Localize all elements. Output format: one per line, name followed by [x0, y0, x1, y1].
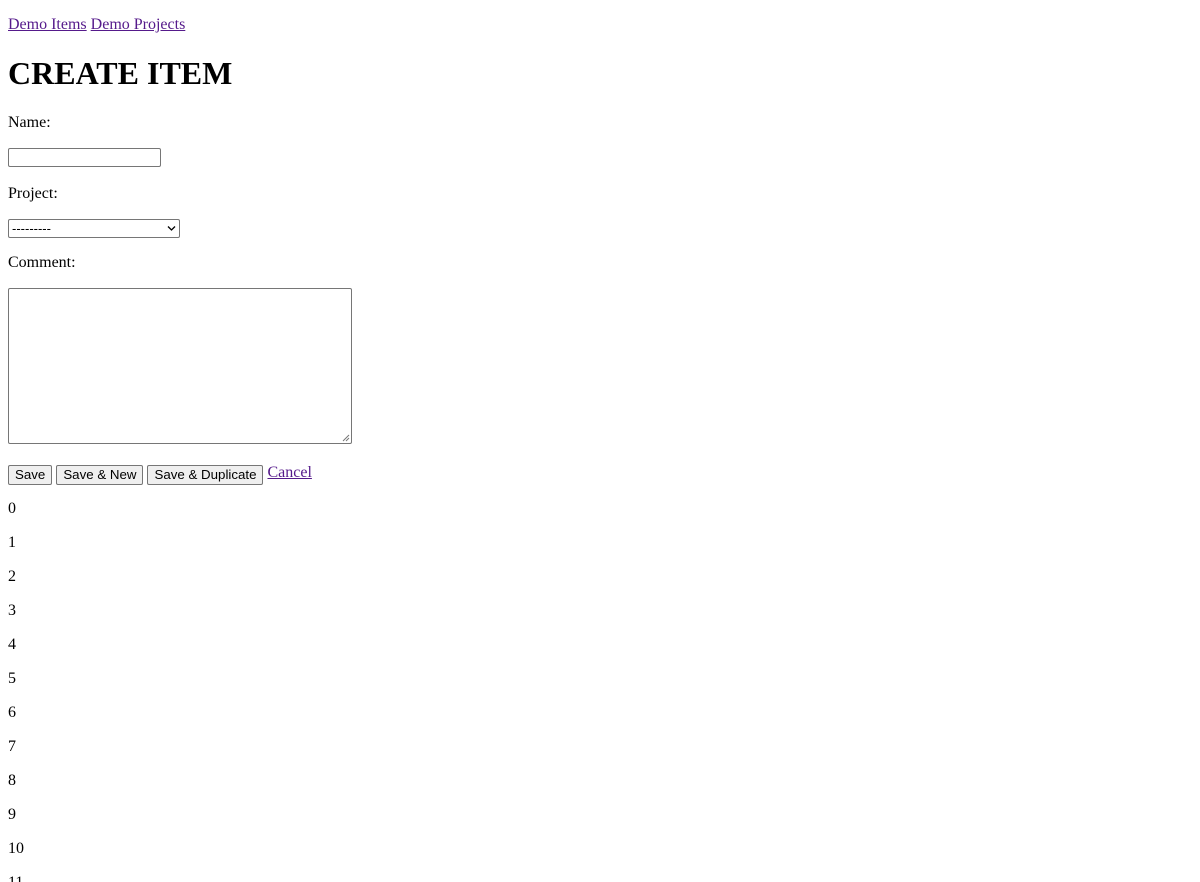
name-field[interactable] — [8, 148, 161, 167]
list-item: 4 — [8, 636, 16, 653]
comment-label: Comment: — [8, 254, 76, 271]
save-and-duplicate-button[interactable]: Save & Duplicate — [147, 465, 264, 485]
form-actions: Save Save & New Save & Duplicate Cancel — [8, 464, 312, 486]
project-selected-value: --------- — [12, 221, 51, 236]
comment-textarea[interactable] — [8, 288, 352, 444]
page-title: CREATE ITEM — [8, 55, 233, 91]
project-label: Project: — [8, 185, 58, 202]
list-item: 8 — [8, 772, 16, 789]
nav-link-demo-items[interactable]: Demo Items — [8, 16, 87, 33]
list-item: 9 — [8, 806, 16, 823]
cancel-link[interactable]: Cancel — [267, 463, 311, 483]
page: Demo Items Demo Projects CREATE ITEM Nam… — [0, 0, 1200, 882]
nav-link-demo-projects[interactable]: Demo Projects — [91, 16, 186, 33]
chevron-down-icon — [167, 226, 176, 231]
save-button[interactable]: Save — [8, 465, 53, 485]
list-item: 11 — [8, 873, 24, 882]
list-item: 2 — [8, 568, 16, 585]
number-list: 0 1 2 3 4 5 6 7 8 9 10 11 — [8, 499, 24, 882]
resize-grip-icon[interactable] — [342, 434, 350, 442]
list-item: 6 — [8, 704, 16, 721]
list-item: 1 — [8, 534, 16, 551]
save-and-new-button[interactable]: Save & New — [56, 465, 144, 485]
project-select[interactable]: --------- — [8, 219, 180, 238]
list-item: 3 — [8, 602, 16, 619]
list-item: 5 — [8, 670, 16, 687]
top-nav: Demo Items Demo Projects — [8, 0, 1192, 35]
list-item: 7 — [8, 738, 16, 755]
list-item: 0 — [8, 500, 16, 517]
list-item: 10 — [8, 840, 24, 857]
name-label: Name: — [8, 114, 51, 131]
